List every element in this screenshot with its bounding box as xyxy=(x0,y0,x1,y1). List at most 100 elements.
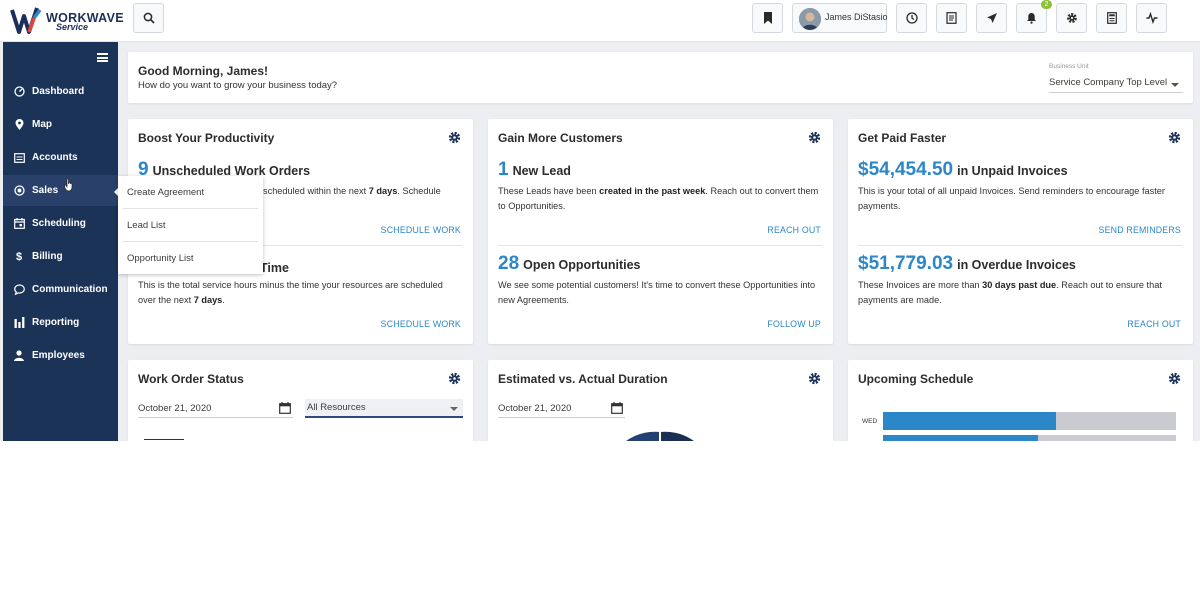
sidebar-item-accounts[interactable]: Accounts xyxy=(3,142,118,173)
workwave-logo-mark-icon xyxy=(10,7,42,34)
map-pin-icon xyxy=(13,119,25,131)
stat-value: 1 xyxy=(498,159,509,180)
reach-out-link[interactable]: REACH OUT xyxy=(1127,319,1181,329)
paper-plane-icon xyxy=(986,13,997,23)
desc-text: These Leads have been xyxy=(498,186,597,196)
calendar-icon xyxy=(13,218,25,230)
dashboard-icon xyxy=(13,86,25,98)
search-icon xyxy=(143,12,155,24)
notes-button[interactable] xyxy=(936,3,967,33)
schedule-work-link[interactable]: SCHEDULE WORK xyxy=(381,225,461,235)
upcoming-schedule-card: Upcoming Schedule WED xyxy=(848,360,1193,441)
business-unit-value: Service Company Top Level xyxy=(1049,77,1168,88)
sidebar-item-map[interactable]: Map xyxy=(3,109,118,140)
sidebar-item-label: Dashboard xyxy=(32,86,85,97)
person-icon xyxy=(13,350,25,362)
calendar-icon xyxy=(279,402,291,414)
date-value: October 21, 2020 xyxy=(498,403,572,414)
sidebar-item-reporting[interactable]: Reporting xyxy=(3,307,118,338)
card-title: Boost Your Productivity xyxy=(138,131,275,145)
settings-button[interactable] xyxy=(1056,3,1087,33)
stat-description: These Leads have been created in the pas… xyxy=(498,184,823,214)
gear-icon xyxy=(1066,13,1077,23)
history-button[interactable] xyxy=(896,3,927,33)
sidebar-item-label: Employees xyxy=(32,350,85,361)
schedule-bar[interactable] xyxy=(883,412,1176,430)
notification-badge: 2 xyxy=(1041,0,1052,9)
sidebar-item-communication[interactable]: Communication xyxy=(3,274,118,305)
reach-out-link[interactable]: REACH OUT xyxy=(767,225,821,235)
chart-stub-line xyxy=(144,439,184,440)
stat-value: $54,454.50 xyxy=(858,159,954,180)
gear-icon[interactable] xyxy=(1168,372,1181,385)
sidebar-item-scheduling[interactable]: Scheduling xyxy=(3,208,118,239)
dollar-icon: $ xyxy=(15,250,23,263)
open-opportunities-stat: 28 Open Opportunities xyxy=(498,253,641,275)
desc-text: . Schedule xyxy=(397,186,441,196)
date-value: October 21, 2020 xyxy=(138,403,212,414)
schedule-bar[interactable] xyxy=(883,435,1176,441)
gear-icon[interactable] xyxy=(1168,131,1181,144)
sidebar-item-employees[interactable]: Employees xyxy=(3,340,118,371)
gear-icon[interactable] xyxy=(808,372,821,385)
search-button[interactable] xyxy=(133,3,164,33)
chat-icon xyxy=(13,284,25,296)
stat-value: 28 xyxy=(498,253,520,274)
stat-description: This is the total service hours minus th… xyxy=(138,278,463,308)
hand-cursor-icon xyxy=(64,178,73,192)
schedule-work-link[interactable]: SCHEDULE WORK xyxy=(381,319,461,329)
gear-icon[interactable] xyxy=(448,372,461,385)
bell-icon xyxy=(1027,13,1036,24)
follow-up-link[interactable]: FOLLOW UP xyxy=(767,319,821,329)
user-menu-button[interactable]: James DiStasio xyxy=(792,3,888,33)
send-reminders-link[interactable]: SEND REMINDERS xyxy=(1099,225,1181,235)
gear-icon[interactable] xyxy=(808,131,821,144)
stat-label: Time xyxy=(260,261,289,275)
card-title: Work Order Status xyxy=(138,372,244,386)
activity-button[interactable] xyxy=(1136,3,1167,33)
sidebar-item-dashboard[interactable]: Dashboard xyxy=(3,76,118,107)
pulse-icon xyxy=(1146,12,1157,24)
brand-sub: Service xyxy=(56,22,89,32)
date-picker[interactable]: October 21, 2020 xyxy=(498,401,625,418)
stat-description: These Invoices are more than 30 days pas… xyxy=(858,278,1183,308)
card-title: Get Paid Faster xyxy=(858,131,947,145)
notes-icon xyxy=(946,12,957,24)
submenu-lead-list[interactable]: Lead List xyxy=(118,209,263,241)
submenu-create-agreement[interactable]: Create Agreement xyxy=(118,176,263,208)
resource-select[interactable]: All Resources xyxy=(305,399,463,418)
submenu-opportunity-list[interactable]: Opportunity List xyxy=(118,242,263,274)
stat-label: New Lead xyxy=(512,164,571,178)
donut-chart[interactable] xyxy=(598,428,718,441)
stat-label: in Unpaid Invoices xyxy=(957,164,1068,178)
caret-down-icon xyxy=(450,407,458,411)
desc-bold: 30 days past due xyxy=(982,280,1057,290)
sidebar-item-label: Scheduling xyxy=(32,218,86,229)
user-name: James DiStasio xyxy=(825,12,888,22)
card-title: Gain More Customers xyxy=(498,131,623,145)
desc-text: These Invoices are more than xyxy=(858,280,980,290)
sidebar-item-sales[interactable]: Sales xyxy=(3,175,118,206)
bookmark-button[interactable] xyxy=(752,3,783,33)
sidebar-item-billing[interactable]: $ Billing xyxy=(3,241,118,272)
bookmark-icon xyxy=(763,12,772,24)
calculator-button[interactable] xyxy=(1096,3,1127,33)
date-picker[interactable]: October 21, 2020 xyxy=(138,401,293,418)
stat-label: in Overdue Invoices xyxy=(957,258,1076,272)
sidebar-item-label: Map xyxy=(32,119,52,130)
bar-chart-icon xyxy=(13,317,25,329)
greeting-panel: Good Morning, James! How do you want to … xyxy=(128,52,1193,103)
gear-icon[interactable] xyxy=(448,131,461,144)
menu-toggle-icon[interactable] xyxy=(97,53,108,62)
card-title: Estimated vs. Actual Duration xyxy=(498,372,668,386)
sales-submenu: Create Agreement Lead List Opportunity L… xyxy=(118,176,263,274)
stat-label: Open Opportunities xyxy=(523,258,641,272)
calendar-icon xyxy=(611,402,623,414)
clock-icon xyxy=(905,12,918,24)
new-lead-stat: 1 New Lead xyxy=(498,159,571,181)
business-unit-select[interactable]: Service Company Top Level xyxy=(1049,74,1183,93)
send-button[interactable] xyxy=(976,3,1007,33)
workwave-logo[interactable]: WORKWAVE Service xyxy=(10,4,124,38)
avatar xyxy=(799,8,821,30)
resource-value: All Resources xyxy=(307,402,366,413)
